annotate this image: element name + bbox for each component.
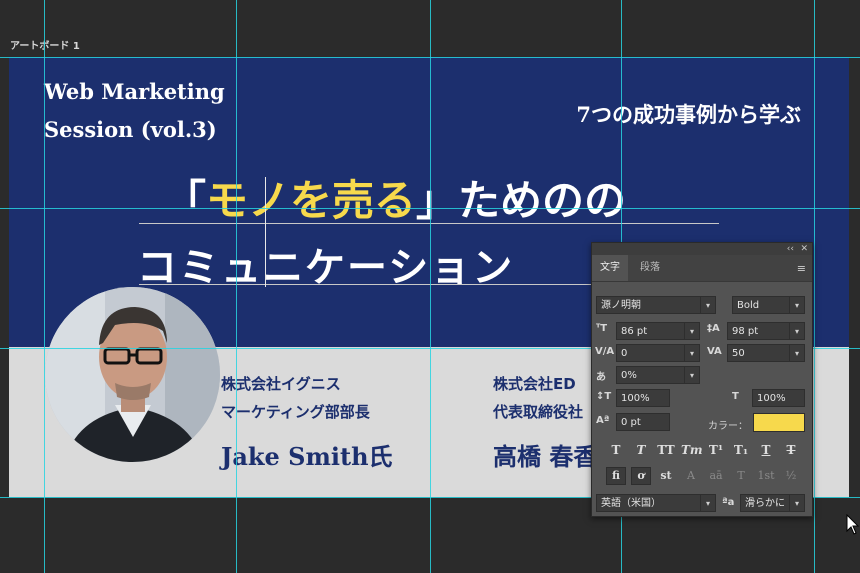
font-family-value: 源ノ明朝	[601, 300, 641, 311]
leading-value: 98 pt	[732, 326, 759, 337]
faux-italic-button[interactable]: T	[631, 441, 651, 459]
guide-vertical[interactable]	[430, 0, 431, 573]
font-size-value: 86 pt	[621, 326, 648, 337]
speaker1-name[interactable]: Jake Smith氏	[221, 437, 393, 472]
panel-menu-icon[interactable]: ≡	[797, 262, 806, 275]
chevron-down-icon: ▾	[684, 345, 699, 361]
guide-vertical[interactable]	[44, 0, 45, 573]
swash-button[interactable]: A	[681, 467, 701, 485]
mouse-pointer-icon	[846, 514, 860, 535]
header-line-1: Web Marketing	[44, 79, 225, 104]
subscript-button[interactable]: T₁	[731, 441, 751, 459]
close-panel-button[interactable]: ✕	[800, 243, 808, 255]
vertical-scale-value: 100%	[621, 393, 650, 404]
chevron-down-icon: ▾	[684, 323, 699, 339]
titling-alternates-button[interactable]: T	[731, 467, 751, 485]
chevron-down-icon: ▾	[684, 367, 699, 383]
speaker2-company[interactable]: 株式会社ED	[493, 373, 576, 394]
speaker1-company[interactable]: 株式会社イグニス	[221, 373, 341, 394]
tracking-icon: VA	[707, 346, 722, 357]
tsume-value: 0%	[621, 370, 637, 381]
discretionary-ligatures-button[interactable]: st	[656, 467, 676, 485]
underline-button[interactable]: T	[756, 441, 776, 459]
speaker-photo[interactable]	[45, 287, 220, 462]
antialias-select[interactable]: 滑らかに ▾	[740, 494, 805, 512]
fractions-button[interactable]: ½	[781, 467, 801, 485]
header-line-2: Session (vol.3)	[44, 117, 217, 142]
tsume-input[interactable]: 0% ▾	[616, 366, 700, 384]
baseline-shift-input[interactable]: 0 pt	[616, 413, 670, 431]
antialias-icon: ªa	[722, 497, 735, 508]
guide-vertical[interactable]	[814, 0, 815, 573]
stylistic-alternates-button[interactable]: aā	[706, 467, 726, 485]
superscript-button[interactable]: T¹	[706, 441, 726, 459]
tab-paragraph[interactable]: 段落	[632, 255, 668, 281]
horizontal-scale-value: 100%	[757, 393, 786, 404]
vertical-scale-icon: ↕T	[596, 391, 612, 402]
leading-icon: ‡A	[707, 323, 720, 334]
all-caps-button[interactable]: TT	[656, 441, 676, 459]
vertical-scale-input[interactable]: 100%	[616, 389, 670, 407]
font-style-value: Bold	[737, 300, 760, 311]
header-session-title[interactable]: Web Marketing Session (vol.3)	[44, 73, 225, 149]
baseline-shift-value: 0 pt	[621, 417, 641, 428]
header-subtitle[interactable]: 7つの成功事例から学ぶ	[576, 99, 801, 129]
font-family-select[interactable]: 源ノ明朝 ▾	[596, 296, 716, 314]
font-size-input[interactable]: 86 pt ▾	[616, 322, 700, 340]
title-accent-text: モノを売る	[206, 176, 417, 225]
speaker2-name[interactable]: 高橋 春香	[493, 437, 597, 472]
strikethrough-button[interactable]: T	[781, 441, 801, 459]
ordinals-button[interactable]: 1st	[756, 467, 776, 485]
faux-bold-button[interactable]: T	[606, 441, 626, 459]
chevron-down-icon: ▾	[789, 297, 804, 313]
speaker2-role[interactable]: 代表取締役社	[493, 401, 583, 422]
text-cursor	[265, 177, 266, 287]
tab-character[interactable]: 文字	[592, 255, 628, 281]
text-color-swatch[interactable]	[753, 413, 805, 432]
title-close-bracket: 」	[416, 176, 459, 225]
language-value: 英語（米国）	[601, 498, 661, 509]
font-style-select[interactable]: Bold ▾	[732, 296, 805, 314]
kerning-input[interactable]: 0 ▾	[616, 344, 700, 362]
color-label: カラー：	[708, 421, 748, 432]
guide-horizontal[interactable]	[0, 57, 860, 58]
text-selection-baseline-1	[139, 223, 719, 224]
horizontal-scale-icon: T	[732, 391, 739, 402]
chevron-down-icon: ▾	[789, 323, 804, 339]
person-portrait-image	[45, 287, 220, 462]
horizontal-scale-input[interactable]: 100%	[752, 389, 805, 407]
chevron-down-icon: ▾	[700, 495, 715, 511]
guide-vertical[interactable]	[236, 0, 237, 573]
contextual-alternates-button[interactable]: ơ	[631, 467, 651, 485]
antialias-value: 滑らかに	[745, 498, 785, 509]
chevron-down-icon: ▾	[700, 297, 715, 313]
tracking-input[interactable]: 50 ▾	[727, 344, 805, 362]
panel-topbar: ‹‹ ✕	[592, 243, 812, 255]
baseline-shift-icon: Aª	[596, 415, 610, 426]
speaker1-role[interactable]: マーケティング部部長	[221, 401, 370, 422]
title-rest-text: ためのの	[458, 176, 627, 225]
character-panel[interactable]: ‹‹ ✕ 文字 段落 ≡ 源ノ明朝 ▾ Bold ▾ ᵀT 86 pt ▾ ‡A…	[591, 242, 813, 517]
chevron-down-icon: ▾	[789, 345, 804, 361]
guide-horizontal[interactable]	[0, 208, 860, 209]
ligatures-button[interactable]: fi	[606, 467, 626, 485]
tsume-icon: あ	[596, 372, 606, 383]
title-open-bracket: 「	[164, 176, 207, 225]
small-caps-button[interactable]: Tт	[681, 441, 703, 459]
leading-input[interactable]: 98 pt ▾	[727, 322, 805, 340]
chevron-down-icon: ▾	[789, 495, 804, 511]
tracking-value: 50	[732, 348, 745, 359]
language-select[interactable]: 英語（米国） ▾	[596, 494, 716, 512]
panel-tabs: 文字 段落 ≡	[592, 255, 812, 282]
kerning-value: 0	[621, 348, 628, 359]
main-title-line-1[interactable]: 「モノを売る」ためのの	[164, 167, 626, 228]
kerning-icon: V/A	[595, 346, 615, 357]
font-size-icon: ᵀT	[596, 323, 608, 334]
collapse-panel-button[interactable]: ‹‹	[787, 243, 794, 255]
